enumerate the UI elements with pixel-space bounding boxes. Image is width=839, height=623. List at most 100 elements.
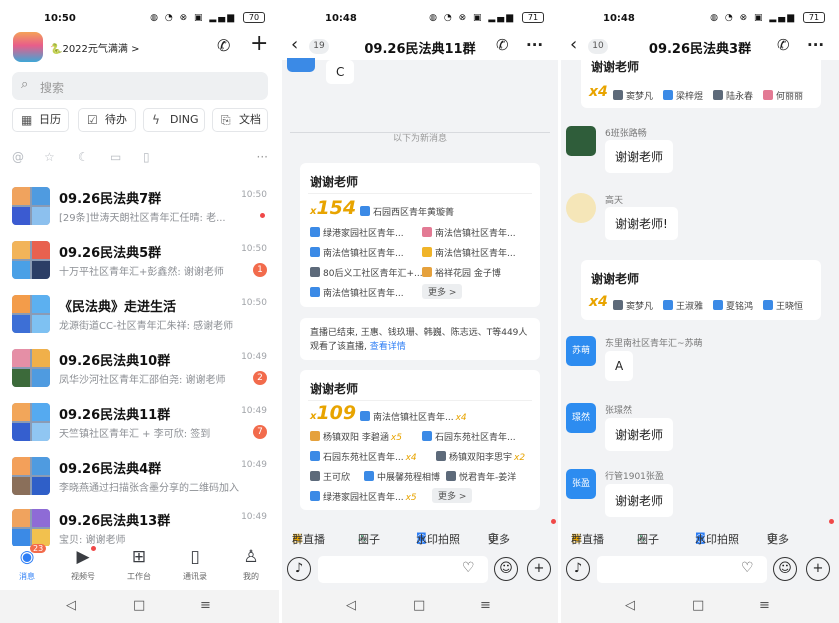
chat-name: 09.26民法典5群 (59, 246, 162, 261)
tab-profile[interactable]: ♙ 我的 (226, 546, 276, 582)
member-icon (310, 471, 320, 481)
message-bubble: 谢谢老师! (605, 207, 678, 240)
ding-button[interactable]: ϟ DING (143, 108, 205, 132)
nav-back-icon[interactable]: ◁ (66, 598, 76, 613)
member-tag: 石园东苑社区青年... (422, 430, 516, 443)
phone-icon[interactable]: ✆ (777, 36, 790, 54)
member-icon (422, 247, 432, 257)
chat-row[interactable]: 《民法典》走进生活 龙源街道CC-社区青年汇朱祥: 感谢老师 10:50 (0, 286, 279, 340)
tab-contacts[interactable]: ▯ 通讯录 (170, 546, 220, 582)
member-avatar[interactable] (566, 126, 596, 156)
todo-button[interactable]: ☑ 待办 (78, 108, 136, 132)
search-input[interactable]: ⌕ 搜索 (12, 72, 268, 100)
tab-label: 消息 (19, 572, 35, 581)
member-icon (360, 206, 370, 216)
plus-icon[interactable]: + (806, 557, 830, 581)
phone-icon[interactable]: ✆ (496, 36, 509, 54)
nav-back-icon[interactable]: ◁ (625, 598, 635, 613)
tab-video[interactable]: ▶ 视频号 (58, 546, 108, 582)
more-icon[interactable]: ··· (526, 36, 543, 54)
more-icon[interactable]: ··· (807, 36, 824, 54)
member-tag-label: 石园西区青年黄璇菁 (373, 208, 455, 218)
thanks-card[interactable]: 谢谢老师 x154 石园西区青年黄璇菁 绿港家园社区青年... 南法信镇社区青年… (300, 163, 540, 307)
status-icons: ◍ ◔ ⊗ ▣ ▂▄▆ 71 (429, 12, 544, 23)
nav-home-icon[interactable]: □ (413, 598, 425, 613)
unread-dot (829, 519, 834, 524)
chat-preview: 龙源街道CC-社区青年汇朱祥: 感谢老师 (59, 321, 234, 332)
voice-icon[interactable]: ♪ (566, 557, 590, 581)
chat-row[interactable]: 09.26民法典4群 李晓燕通过扫描张含墨分享的二维码加入... 10:49 (0, 448, 279, 502)
thanks-card[interactable]: 谢谢老师 x109 南法信镇社区青年... x4 杨镇双阳 李碧涵 x5 石园东苑社… (300, 370, 540, 510)
member-tag: 何丽丽 (763, 89, 803, 102)
more-button[interactable]: 更多 > (432, 488, 473, 503)
member-avatar[interactable] (287, 58, 315, 72)
live-detail-link[interactable]: 查看详情 (370, 342, 406, 352)
member-icon (613, 90, 623, 100)
member-avatar[interactable]: 苏萌 (566, 336, 596, 366)
chat-row[interactable]: 09.26民法典5群 十万平社区青年汇+彭鑫然: 谢谢老师 10:50 1 (0, 232, 279, 286)
group-avatar (12, 457, 50, 495)
status-bar: 10:50 ◍ ◔ ⊗ ▣ ▂▄▆ 70 (0, 0, 279, 34)
status-icons: ◍ ◔ ⊗ ▣ ▂▄▆ 70 (150, 12, 265, 23)
org-name: 🐍2022元气满满 (50, 44, 128, 55)
more-button[interactable]: 更多 > (422, 284, 463, 299)
thumb-icon[interactable]: ♡ (462, 560, 475, 576)
multiplier: x4 (405, 453, 417, 463)
nav-back-icon[interactable]: ◁ (346, 598, 356, 613)
org-switcher[interactable]: 🐍2022元气满满 > (50, 40, 139, 55)
tab-label: 我的 (243, 572, 259, 581)
message-bubble: C (326, 60, 355, 84)
member-icon (422, 227, 432, 237)
nav-home-icon[interactable]: □ (133, 598, 145, 613)
member-tag-label: 绿港家园社区青年... (323, 493, 404, 503)
more-filter-icon[interactable]: ··· (257, 150, 268, 164)
org-chevron: > (131, 44, 140, 55)
member-tag: 窦梦凡 (613, 89, 653, 102)
emoji-icon[interactable]: ☺ (773, 557, 797, 581)
calendar-button[interactable]: ▦ 日历 (12, 108, 69, 132)
member-tag: 南法信镇社区青年... (310, 286, 404, 299)
group-avatar (12, 187, 50, 225)
search-placeholder: 搜索 (40, 81, 65, 95)
phone-icon[interactable]: ✆ (217, 36, 230, 55)
member-avatar[interactable] (566, 193, 596, 223)
docs-button[interactable]: ⎘ 文档 (212, 108, 268, 132)
tab-workbench[interactable]: ⊞ 工作台 (114, 546, 164, 582)
filter-bar: @ ☆ ☾ ▭ ▯ ··· (12, 150, 268, 166)
chat-row[interactable]: 09.26民法典10群 凤华沙河社区青年汇邵伯尧: 谢谢老师 10:49 2 (0, 340, 279, 394)
member-tag: 石园西区青年黄璇菁 (360, 205, 454, 218)
thanks-card[interactable]: 谢谢老师 x4 窦梦凡 王淑雅 夏铭鸿 王晓恒 (581, 260, 821, 320)
org-logo[interactable] (13, 32, 43, 62)
member-icon (422, 267, 432, 277)
star-filter-icon[interactable]: ☆ (44, 150, 55, 164)
thanks-count-value: 154 (316, 197, 357, 219)
nav-home-icon[interactable]: □ (692, 598, 704, 613)
voice-icon[interactable]: ♪ (287, 557, 311, 581)
tab-messages[interactable]: ◉ 消息 23 (2, 544, 52, 582)
member-tag: 夏铭鸿 (713, 299, 753, 312)
emoji-icon[interactable]: ☺ (494, 557, 518, 581)
nav-menu-icon[interactable]: ≡ (200, 598, 211, 613)
member-tag: 王可欣 (310, 470, 350, 483)
file-filter-icon[interactable]: ▯ (143, 150, 150, 164)
thumb-icon[interactable]: ♡ (741, 560, 754, 576)
mention-filter-icon[interactable]: @ (12, 150, 24, 164)
chat-name: 09.26民法典7群 (59, 192, 162, 207)
card-header: 谢谢老师 (310, 382, 359, 396)
member-icon (360, 411, 370, 421)
multiplier: x5 (405, 493, 417, 503)
member-avatar[interactable]: 张盈 (566, 469, 596, 499)
chat-row[interactable]: 09.26民法典7群 [29条]世涛天朗社区青年汇任晴: 老... 10:50 (0, 178, 279, 232)
chat-preview: 凤华沙河社区青年汇邵伯尧: 谢谢老师 (59, 375, 226, 386)
moon-filter-icon[interactable]: ☾ (78, 150, 89, 164)
archive-filter-icon[interactable]: ▭ (110, 150, 121, 164)
thanks-count: x109 (310, 402, 356, 424)
add-icon[interactable]: + (250, 31, 268, 56)
message-input-bar: ♪ ♡ ☺ + (282, 551, 558, 589)
nav-menu-icon[interactable]: ≡ (759, 598, 770, 613)
thanks-card[interactable]: 谢谢老师 x4 窦梦凡 梁梓煜 陆永春 何丽丽 (581, 54, 821, 108)
chat-row[interactable]: 09.26民法典11群 天竺镇社区青年汇 + 李可欣: 签到 10:49 7 (0, 394, 279, 448)
nav-menu-icon[interactable]: ≡ (480, 598, 491, 613)
member-avatar[interactable]: 璟然 (566, 403, 596, 433)
plus-icon[interactable]: + (527, 557, 551, 581)
